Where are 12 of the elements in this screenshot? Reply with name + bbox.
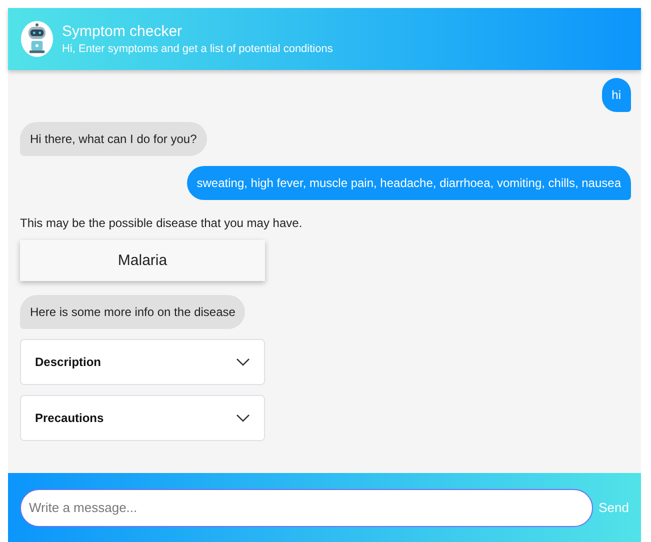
robot-avatar-icon xyxy=(20,20,54,58)
user-message: hi xyxy=(602,78,631,112)
bot-text: This may be the possible disease that you may have. xyxy=(20,216,304,230)
chat-title: Symptom checker xyxy=(62,23,184,40)
accordion-header[interactable]: Precautions xyxy=(20,395,265,441)
user-message: sweating, high fever, muscle pain, headache, diarrhoea, vomiting, chills, nausea xyxy=(186,166,631,200)
accordion-header[interactable]: Description xyxy=(20,339,265,385)
bot-message: Here is some more info on the disease xyxy=(20,295,246,329)
message-input[interactable]: Write a message... xyxy=(20,488,593,526)
disease-card: Malaria xyxy=(20,240,265,281)
chat-subtitle: Hi, Enter symptoms and get a list of potential conditions xyxy=(62,43,333,55)
bot-message: Hi there, what can I do for you? xyxy=(20,122,207,156)
